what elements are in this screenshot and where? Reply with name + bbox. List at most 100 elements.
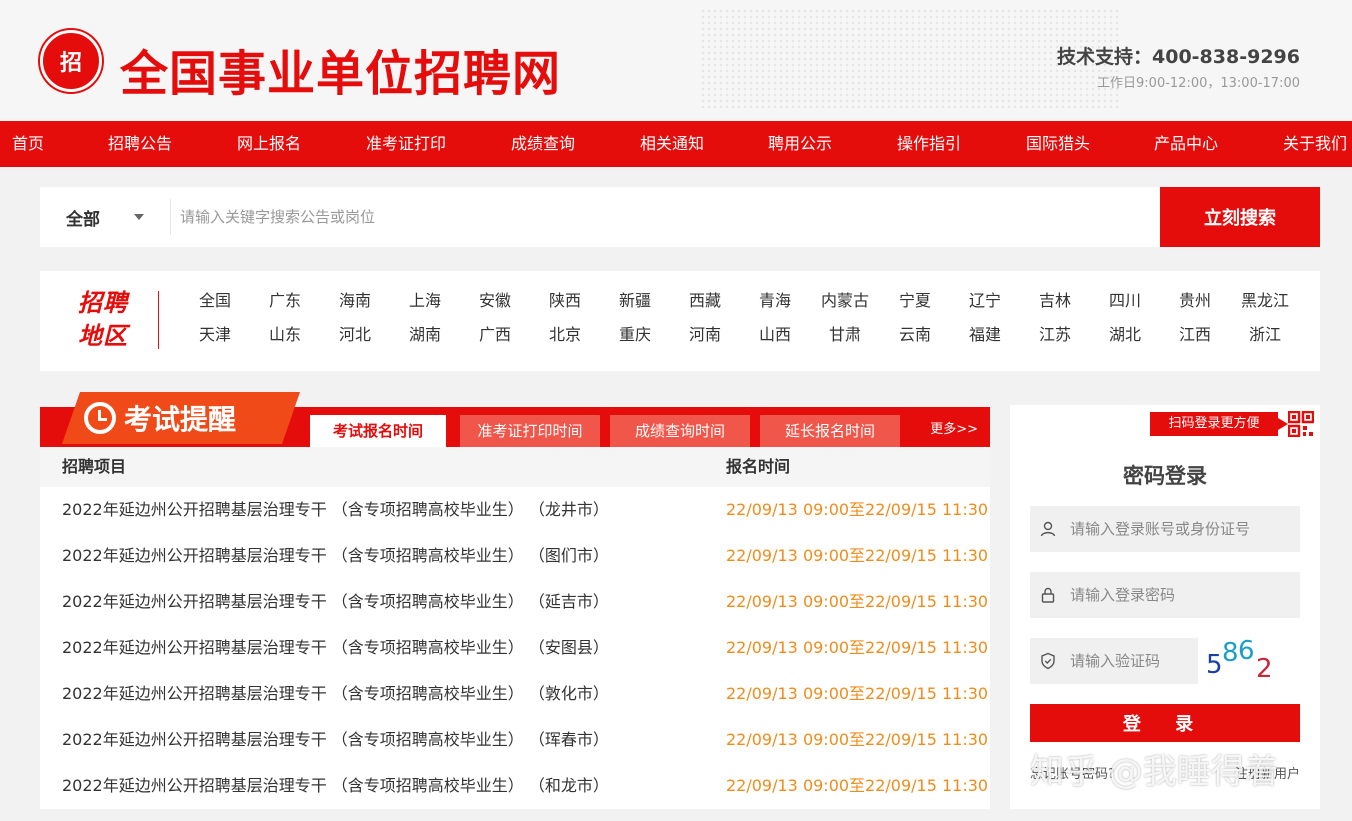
- region-item[interactable]: 广东: [250, 291, 320, 311]
- row-time: 22/09/13 09:00至22/09/15 11:30: [726, 546, 989, 565]
- nav-item-headhunter[interactable]: 国际猎头: [1026, 121, 1090, 167]
- table-row[interactable]: 2022年延边州公开招聘基层治理专干 （含专项招聘高校毕业生） （龙井市） 22/…: [40, 487, 990, 533]
- watermark: 知乎 @我睡得着: [1030, 752, 1279, 792]
- column-project: 招聘项目: [62, 457, 127, 476]
- nav-item-announcements[interactable]: 招聘公告: [108, 121, 172, 167]
- region-item[interactable]: 北京: [530, 325, 600, 345]
- site-title[interactable]: 全国事业单位招聘网: [120, 34, 561, 104]
- region-list: 全国 广东 海南 上海 安徽 陕西 新疆 西藏 青海 内蒙古 宁夏 辽宁 吉林 四川 贵州 黑龙江天津 山东 河北…: [180, 291, 1300, 345]
- exam-reminder-title: 考试提醒: [124, 403, 237, 436]
- region-item[interactable]: 上海: [390, 291, 460, 311]
- region-item[interactable]: 山西: [740, 325, 810, 345]
- region-item[interactable]: 天津: [180, 325, 250, 345]
- region-item[interactable]: 全国: [180, 291, 250, 311]
- region-item[interactable]: 西藏: [670, 291, 740, 311]
- support-phone: 技术支持：400-838-9296: [1057, 46, 1300, 68]
- column-time: 报名时间: [726, 457, 791, 476]
- table-row[interactable]: 2022年延边州公开招聘基层治理专干 （含专项招聘高校毕业生） （和龙市） 22/…: [40, 763, 990, 809]
- account-input[interactable]: [1070, 506, 1290, 552]
- login-button[interactable]: 登 录: [1030, 704, 1300, 742]
- nav-item-hiring-publicity[interactable]: 聘用公示: [768, 121, 832, 167]
- row-time: 22/09/13 09:00至22/09/15 11:30: [726, 500, 989, 519]
- row-time: 22/09/13 09:00至22/09/15 11:30: [726, 592, 989, 611]
- nav-item-home[interactable]: 首页: [12, 121, 44, 167]
- search-button[interactable]: 立刻搜索: [1160, 187, 1320, 247]
- tab-signup-time[interactable]: 考试报名时间: [310, 415, 446, 447]
- account-field[interactable]: [1030, 506, 1300, 552]
- region-item[interactable]: 安徽: [460, 291, 530, 311]
- nav-item-products[interactable]: 产品中心: [1154, 121, 1218, 167]
- support-info: 技术支持：400-838-9296 工作日9:00-12:00，13:00-17…: [1057, 42, 1300, 91]
- region-item[interactable]: 贵州: [1160, 291, 1230, 311]
- nav-item-about[interactable]: 关于我们: [1283, 121, 1347, 167]
- main-nav: 首页 招聘公告 网上报名 准考证打印 成绩查询 相关通知 聘用公示 操作指引 国…: [0, 121, 1352, 167]
- exam-table-header: 招聘项目 报名时间: [40, 447, 990, 487]
- more-link[interactable]: 更多>>: [930, 418, 978, 437]
- logo-text: 招: [59, 50, 82, 76]
- nav-item-admission-ticket[interactable]: 准考证打印: [366, 121, 446, 167]
- table-row[interactable]: 2022年延边州公开招聘基层治理专干 （含专项招聘高校毕业生） （敦化市） 22/…: [40, 671, 990, 717]
- region-item[interactable]: 四川: [1090, 291, 1160, 311]
- captcha-field[interactable]: [1030, 638, 1198, 684]
- region-item[interactable]: 新疆: [600, 291, 670, 311]
- chevron-down-icon: [134, 214, 144, 220]
- table-row[interactable]: 2022年延边州公开招聘基层治理专干 （含专项招聘高校毕业生） （图们市） 22/…: [40, 533, 990, 579]
- region-item[interactable]: 云南: [880, 325, 950, 345]
- row-project[interactable]: 2022年延边州公开招聘基层治理专干 （含专项招聘高校毕业生） （和龙市）: [62, 763, 609, 809]
- region-divider: [158, 291, 159, 349]
- region-item[interactable]: 青海: [740, 291, 810, 311]
- region-item[interactable]: 江西: [1160, 325, 1230, 345]
- region-item[interactable]: 陕西: [530, 291, 600, 311]
- captcha-image[interactable]: 5 8 6 2: [1200, 636, 1300, 684]
- row-project[interactable]: 2022年延边州公开招聘基层治理专干 （含专项招聘高校毕业生） （敦化市）: [62, 671, 609, 717]
- region-item[interactable]: 宁夏: [880, 291, 950, 311]
- nav-item-online-signup[interactable]: 网上报名: [237, 121, 301, 167]
- tab-ticket-print-time[interactable]: 准考证打印时间: [460, 415, 600, 447]
- region-item[interactable]: 海南: [320, 291, 390, 311]
- region-title: 招聘 地区: [78, 287, 148, 353]
- region-item[interactable]: 江苏: [1020, 325, 1090, 345]
- region-item[interactable]: 黑龙江: [1230, 291, 1300, 311]
- row-project[interactable]: 2022年延边州公开招聘基层治理专干 （含专项招聘高校毕业生） （图们市）: [62, 533, 609, 579]
- nav-item-notices[interactable]: 相关通知: [640, 121, 704, 167]
- search-scope-value: 全部: [66, 209, 100, 230]
- password-input[interactable]: [1070, 572, 1290, 618]
- tab-score-query-time[interactable]: 成绩查询时间: [610, 415, 750, 447]
- region-item[interactable]: 福建: [950, 325, 1020, 345]
- region-item[interactable]: 重庆: [600, 325, 670, 345]
- user-icon: [1040, 521, 1056, 537]
- region-item[interactable]: 河南: [670, 325, 740, 345]
- row-project[interactable]: 2022年延边州公开招聘基层治理专干 （含专项招聘高校毕业生） （安图县）: [62, 625, 609, 671]
- qr-login-tag[interactable]: 扫码登录更方便: [1150, 412, 1288, 436]
- exam-reminder-panel: 考试提醒 考试报名时间 准考证打印时间 成绩查询时间 延长报名时间 更多>> 招…: [40, 392, 990, 809]
- password-field[interactable]: [1030, 572, 1300, 618]
- region-item[interactable]: 广西: [460, 325, 530, 345]
- nav-item-score-query[interactable]: 成绩查询: [511, 121, 575, 167]
- table-row[interactable]: 2022年延边州公开招聘基层治理专干 （含专项招聘高校毕业生） （延吉市） 22/…: [40, 579, 990, 625]
- login-title: 密码登录: [1123, 464, 1207, 488]
- region-item[interactable]: 甘肃: [810, 325, 880, 345]
- site-logo[interactable]: 招: [40, 30, 102, 92]
- tab-extended-signup-time[interactable]: 延长报名时间: [760, 415, 900, 447]
- region-item[interactable]: 湖南: [390, 325, 460, 345]
- captcha-input[interactable]: [1070, 638, 1190, 684]
- table-row[interactable]: 2022年延边州公开招聘基层治理专干 （含专项招聘高校毕业生） （珲春市） 22/…: [40, 717, 990, 763]
- region-title-line1: 招聘: [78, 289, 128, 317]
- nav-item-guide[interactable]: 操作指引: [897, 121, 961, 167]
- row-project[interactable]: 2022年延边州公开招聘基层治理专干 （含专项招聘高校毕业生） （珲春市）: [62, 717, 609, 763]
- search-input[interactable]: [180, 197, 1150, 237]
- table-row[interactable]: 2022年延边州公开招聘基层治理专干 （含专项招聘高校毕业生） （安图县） 22/…: [40, 625, 990, 671]
- search-scope-select[interactable]: 全部: [40, 187, 170, 247]
- region-item[interactable]: 山东: [250, 325, 320, 345]
- region-item[interactable]: 湖北: [1090, 325, 1160, 345]
- region-item[interactable]: 浙江: [1230, 325, 1300, 345]
- row-project[interactable]: 2022年延边州公开招聘基层治理专干 （含专项招聘高校毕业生） （龙井市）: [62, 487, 609, 533]
- row-project[interactable]: 2022年延边州公开招聘基层治理专干 （含专项招聘高校毕业生） （延吉市）: [62, 579, 609, 625]
- region-item[interactable]: 辽宁: [950, 291, 1020, 311]
- captcha-char: 6: [1238, 636, 1255, 666]
- lock-icon: [1041, 587, 1055, 603]
- region-item[interactable]: 吉林: [1020, 291, 1090, 311]
- region-item[interactable]: 河北: [320, 325, 390, 345]
- qr-code-icon[interactable]: [1288, 411, 1314, 437]
- region-item[interactable]: 内蒙古: [810, 291, 880, 311]
